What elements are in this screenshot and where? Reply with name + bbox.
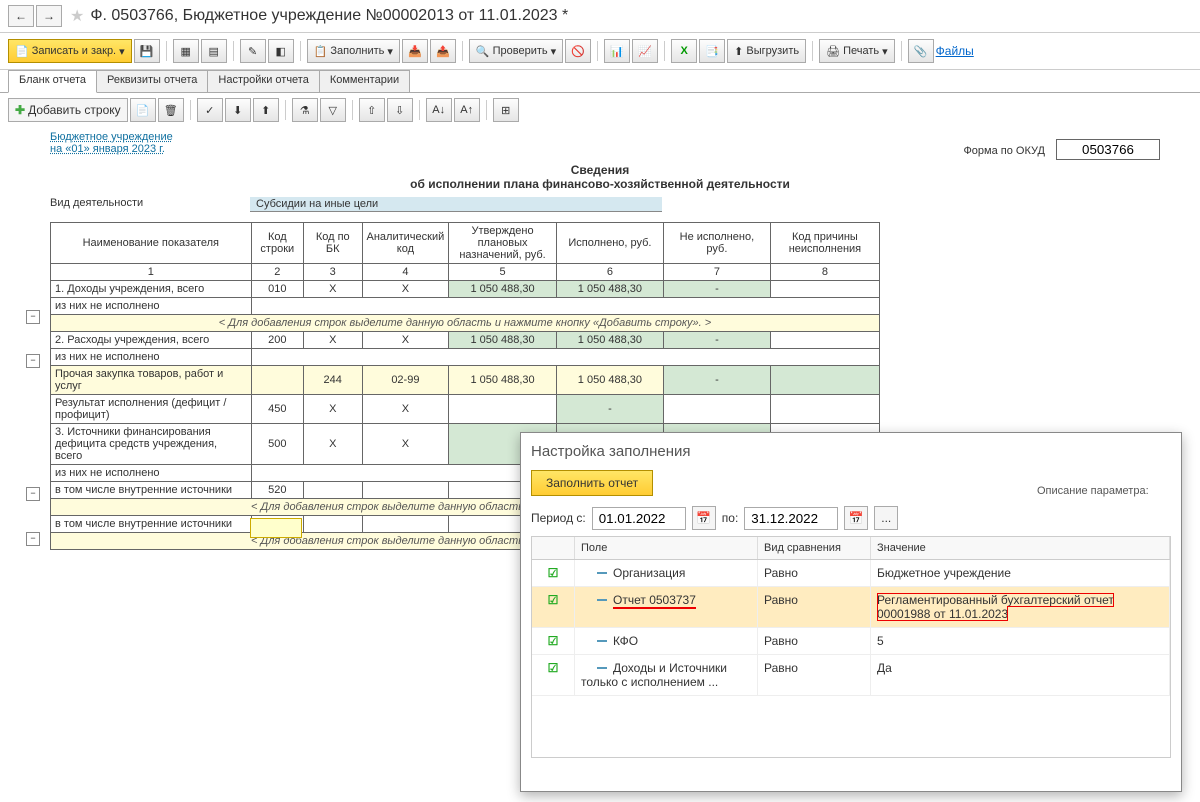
tab-blank[interactable]: Бланк отчета (8, 70, 97, 93)
tabs: Бланк отчета Реквизиты отчета Настройки … (0, 70, 1200, 93)
structure-icon[interactable]: ⊞ (493, 98, 519, 122)
param-row: ☑ КФО Равно 5 (532, 628, 1170, 655)
activity-label: Вид деятельности (50, 197, 250, 212)
attach-icon[interactable]: 📎 (908, 39, 934, 63)
param-row: ☑ Организация Равно Бюджетное учреждение (532, 560, 1170, 587)
filter-icon[interactable]: ⚗ (292, 98, 318, 122)
activity-value[interactable]: Субсидии на иные цели (250, 197, 662, 212)
nav-forward[interactable]: → (36, 5, 62, 27)
delete-icon[interactable]: 🗑 (158, 98, 184, 122)
checkbox-icon[interactable]: ☑ (548, 661, 559, 675)
copy-icon[interactable]: 📄 (130, 98, 156, 122)
fill-button[interactable]: 📋Заполнить▾ (307, 39, 400, 63)
no-check-icon[interactable]: 🚫 (565, 39, 591, 63)
table-view-icon[interactable]: ▦ (173, 39, 199, 63)
checkbox-icon[interactable]: ☑ (548, 566, 559, 580)
accept-icon[interactable]: ✓ (197, 98, 223, 122)
print-button[interactable]: 🖨Печать▾ (819, 39, 895, 63)
param-description-label: Описание параметра: (1037, 485, 1177, 497)
okud-block: Форма по ОКУД (963, 139, 1160, 160)
main-toolbar: 📄Записать и закр.▾ 💾 ▦ ▤ ✎ ◧ 📋Заполнить▾… (0, 33, 1200, 70)
calendar-icon[interactable]: 📅 (692, 506, 716, 530)
tab-settings[interactable]: Настройки отчета (207, 70, 319, 92)
report-value-highlight[interactable]: Регламентированный бухгалтерский отчет 0… (877, 593, 1114, 621)
arrow-down-icon[interactable]: ⇩ (387, 98, 413, 122)
popup-title: Настройка заполнения (531, 443, 1171, 460)
nav-back[interactable]: ← (8, 5, 34, 27)
arrow-up-icon[interactable]: ⇧ (359, 98, 385, 122)
report-title: Сведения (20, 163, 1180, 177)
report-subtitle: об исполнении плана финансово-хозяйствен… (20, 177, 1180, 191)
sort-az-icon[interactable]: A↓ (426, 98, 452, 122)
add-row-button[interactable]: ✚Добавить строку (8, 98, 128, 122)
fill-report-button[interactable]: Заполнить отчет (531, 470, 653, 496)
period-from-input[interactable] (592, 507, 686, 530)
tree-toggle[interactable]: − (26, 310, 40, 324)
files-link[interactable]: Файлы (936, 44, 974, 58)
checkbox-icon[interactable]: ☑ (548, 634, 559, 648)
fill-settings-popup: Настройка заполнения Заполнить отчет Пер… (520, 432, 1182, 792)
okud-input[interactable] (1056, 139, 1160, 160)
misc-icon[interactable]: 📑 (699, 39, 725, 63)
sub-toolbar: ✚Добавить строку 📄 🗑 ✓ ⬇ ⬆ ⚗ ▽ ⇧ ⇩ A↓ A↑… (0, 93, 1200, 127)
report-field-highlight: Отчет 0503737 (613, 593, 696, 609)
period-to-input[interactable] (744, 507, 838, 530)
sort-za-icon[interactable]: A↑ (454, 98, 480, 122)
tree-toggle[interactable]: − (26, 532, 40, 546)
param-row: ☑ Доходы и Источники только с исполнение… (532, 655, 1170, 696)
edit-icon[interactable]: ✎ (240, 39, 266, 63)
highlight-box (250, 518, 302, 538)
titlebar: ← → ★ Ф. 0503766, Бюджетное учреждение №… (0, 0, 1200, 33)
calendar-icon[interactable]: 📅 (844, 506, 868, 530)
up-icon[interactable]: ⬆ (253, 98, 279, 122)
export1-icon[interactable]: 📊 (604, 39, 630, 63)
tab-comments[interactable]: Комментарии (319, 70, 410, 92)
funnel-icon[interactable]: ▽ (320, 98, 346, 122)
period-menu-button[interactable]: ... (874, 506, 898, 530)
check-button[interactable]: 🔍Проверить▾ (469, 39, 563, 63)
upload-button[interactable]: ⬆Выгрузить (727, 39, 806, 63)
favorite-star-icon[interactable]: ★ (70, 6, 84, 26)
checkbox-icon[interactable]: ☑ (548, 593, 559, 607)
fill-icon[interactable]: 📥 (402, 39, 428, 63)
toggle-icon[interactable]: ◧ (268, 39, 294, 63)
excel-icon[interactable]: X (671, 39, 697, 63)
export2-icon[interactable]: 📈 (632, 39, 658, 63)
save-button[interactable]: 💾 (134, 39, 160, 63)
param-row-selected: ☑ Отчет 0503737 Равно Регламентированный… (532, 587, 1170, 628)
save-close-button[interactable]: 📄Записать и закр.▾ (8, 39, 132, 63)
clear-icon[interactable]: 📤 (430, 39, 456, 63)
down-icon[interactable]: ⬇ (225, 98, 251, 122)
tree-toggle[interactable]: − (26, 487, 40, 501)
tree-toggle[interactable]: − (26, 354, 40, 368)
window-title: Ф. 0503766, Бюджетное учреждение №000020… (90, 7, 568, 25)
tab-requisites[interactable]: Реквизиты отчета (96, 70, 208, 92)
params-table[interactable]: Поле Вид сравнения Значение ☑ Организаци… (531, 536, 1171, 758)
grid-icon[interactable]: ▤ (201, 39, 227, 63)
